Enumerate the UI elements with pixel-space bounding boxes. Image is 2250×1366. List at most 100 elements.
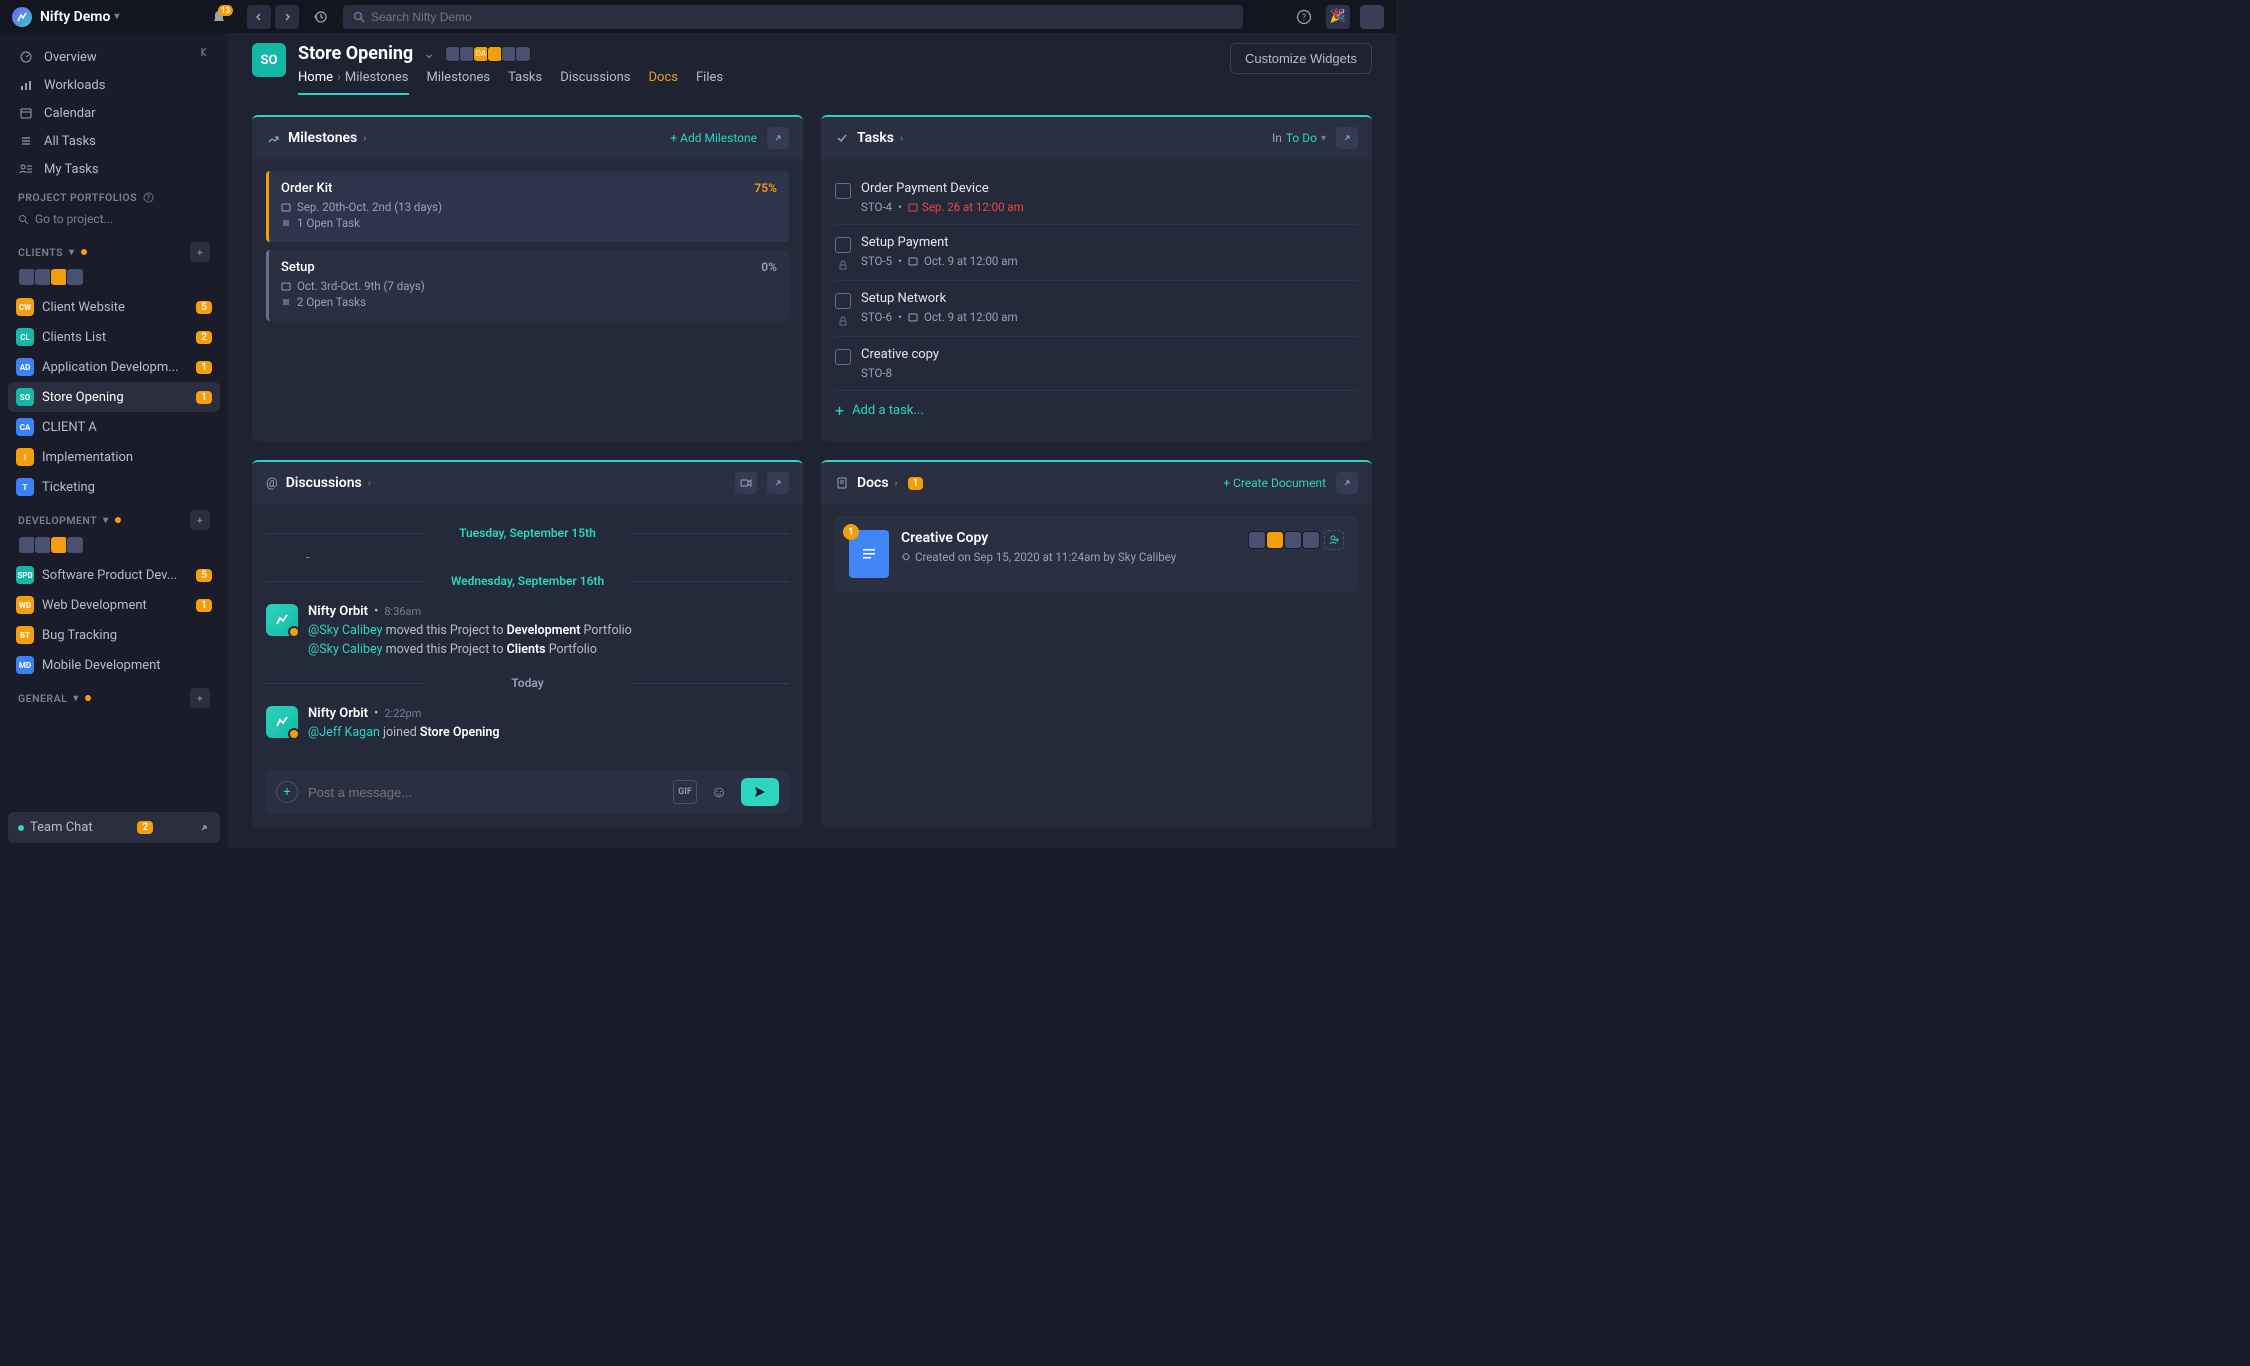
expand-panel-button[interactable] (767, 127, 789, 149)
user-avatar[interactable] (1360, 5, 1384, 29)
doc-members (1248, 530, 1344, 550)
sidebar-section-development[interactable]: DEVELOPMENT▾+ (8, 502, 220, 534)
sidebar-item-all-tasks[interactable]: All Tasks (8, 127, 220, 155)
project-name: Software Product Dev... (42, 568, 177, 583)
help-button[interactable]: ? (1292, 5, 1316, 29)
add-project-button[interactable]: + (190, 242, 210, 262)
tasks-filter-dropdown[interactable]: In To Do ▾ (1272, 131, 1326, 145)
logo-icon (12, 7, 32, 27)
task-row[interactable]: Setup Network STO-6 • Oct. 9 at 12:00 am (835, 281, 1358, 337)
add-task-button[interactable]: +Add a task... (835, 391, 1358, 430)
milestone-card[interactable]: Order Kit Sep. 20th-Oct. 2nd (13 days) 1… (266, 171, 789, 242)
sidebar-item-overview[interactable]: Overview (8, 43, 220, 71)
chevron-down-icon: ▾ (69, 247, 75, 258)
document-card[interactable]: 1 Creative Copy Created on Sep 15, 2020 … (835, 516, 1358, 592)
project-item-spd[interactable]: SPDSoftware Product Dev...5 (8, 560, 220, 590)
refresh-icon (901, 552, 911, 562)
task-id: STO-6 (861, 310, 892, 324)
go-to-project-input[interactable]: Go to project... (8, 208, 220, 234)
task-checkbox[interactable] (835, 183, 851, 199)
forward-button[interactable] (275, 5, 299, 29)
project-item-wd[interactable]: WDWeb Development1 (8, 590, 220, 620)
message-author: Nifty Orbit (308, 604, 368, 619)
project-item-i[interactable]: IImplementation (8, 442, 220, 472)
add-project-button[interactable]: + (190, 688, 210, 708)
search-input[interactable] (371, 10, 1233, 24)
section-members[interactable] (8, 266, 220, 292)
project-item-ca[interactable]: CACLIENT A (8, 412, 220, 442)
project-abbr-icon: BT (16, 626, 34, 644)
task-row[interactable]: Order Payment Device STO-4 • Sep. 26 at … (835, 171, 1358, 225)
create-document-button[interactable]: + Create Document (1223, 476, 1326, 490)
add-project-button[interactable]: + (190, 510, 210, 530)
add-attachment-button[interactable]: + (276, 781, 298, 803)
team-chat-card[interactable]: Team Chat 2 (8, 812, 220, 843)
expand-panel-button[interactable] (1336, 127, 1358, 149)
sidebar-section-general[interactable]: GENERAL▾+ (8, 680, 220, 712)
customize-widgets-button[interactable]: Customize Widgets (1230, 43, 1372, 74)
project-name: Bug Tracking (42, 628, 117, 643)
tab-home[interactable]: Home›Milestones (298, 70, 409, 95)
project-abbr-icon: SPD (16, 566, 34, 584)
task-row[interactable]: Setup Payment STO-5 • Oct. 9 at 12:00 am (835, 225, 1358, 281)
project-item-t[interactable]: TTicketing (8, 472, 220, 502)
project-dropdown-icon[interactable]: ⌄ (423, 46, 435, 62)
add-milestone-button[interactable]: + Add Milestone (670, 131, 757, 145)
task-checkbox[interactable] (835, 293, 851, 309)
message-input[interactable] (308, 785, 663, 800)
workspace-dropdown[interactable]: Nifty Demo ▾ (40, 9, 119, 25)
tab-tasks[interactable]: Tasks (508, 70, 542, 95)
sidebar-item-label: My Tasks (44, 162, 99, 177)
expand-panel-button[interactable] (1336, 472, 1358, 494)
user-mention[interactable]: @Sky Calibey (308, 642, 383, 657)
project-item-cl[interactable]: CLClients List2 (8, 322, 220, 352)
project-item-cw[interactable]: CWClient Website5 (8, 292, 220, 322)
chevron-down-icon: ▾ (114, 11, 119, 22)
calendar-icon (908, 202, 918, 212)
emoji-button[interactable]: ☺ (707, 780, 731, 804)
project-item-bt[interactable]: BT Bug Tracking (8, 620, 220, 650)
sidebar-item-workloads[interactable]: Workloads (8, 71, 220, 99)
task-row[interactable]: Creative copy STO-8 (835, 337, 1358, 391)
tab-discussions[interactable]: Discussions (560, 70, 630, 95)
project-item-so[interactable]: SOStore Opening1 (8, 382, 220, 412)
project-title: Store Opening (298, 43, 413, 64)
discussion-message: Nifty Orbit•8:36am @Sky Calibey moved th… (266, 598, 789, 666)
project-item-ad[interactable]: ADApplication Developm...1 (8, 352, 220, 382)
notifications-button[interactable]: 13 (211, 9, 227, 25)
unread-dot-icon (115, 517, 121, 523)
project-item-md[interactable]: MDMobile Development (8, 650, 220, 680)
check-icon (835, 131, 849, 145)
user-mention[interactable]: @Jeff Kagan (308, 725, 380, 740)
section-members[interactable] (8, 534, 220, 560)
task-checkbox[interactable] (835, 349, 851, 365)
tab-docs[interactable]: Docs (649, 70, 678, 95)
back-button[interactable] (247, 5, 271, 29)
sidebar-section-clients[interactable]: CLIENTS▾+ (8, 234, 220, 266)
task-checkbox[interactable] (835, 237, 851, 253)
project-name: Application Developm... (42, 360, 179, 375)
project-abbr-icon: AD (16, 358, 34, 376)
send-button[interactable] (741, 778, 779, 806)
search-bar[interactable] (343, 5, 1243, 29)
sidebar-item-my-tasks[interactable]: My Tasks (8, 155, 220, 183)
sidebar-item-calendar[interactable]: Calendar (8, 99, 220, 127)
milestone-open-tasks: 1 Open Task (297, 216, 360, 230)
upgrade-button[interactable]: 🎉 (1326, 5, 1350, 29)
milestone-card[interactable]: Setup Oct. 3rd-Oct. 9th (7 days) 2 Open … (266, 250, 789, 321)
tab-milestones[interactable]: Milestones (427, 70, 491, 95)
project-members[interactable]: DA (445, 46, 529, 62)
expand-panel-button[interactable] (767, 472, 789, 494)
message-time: 2:22pm (384, 707, 421, 720)
history-button[interactable] (309, 5, 333, 29)
collapse-sidebar-button[interactable] (198, 45, 212, 59)
video-call-button[interactable] (735, 472, 757, 494)
user-mention[interactable]: @Sky Calibey (308, 623, 383, 638)
task-date: Oct. 9 at 12:00 am (924, 254, 1018, 268)
tab-files[interactable]: Files (696, 70, 723, 95)
project-name: Mobile Development (42, 658, 161, 673)
lock-icon (838, 316, 848, 326)
tasks-title: Tasks (857, 130, 894, 146)
add-member-button[interactable] (1324, 530, 1344, 550)
gif-button[interactable]: GIF (673, 780, 697, 804)
